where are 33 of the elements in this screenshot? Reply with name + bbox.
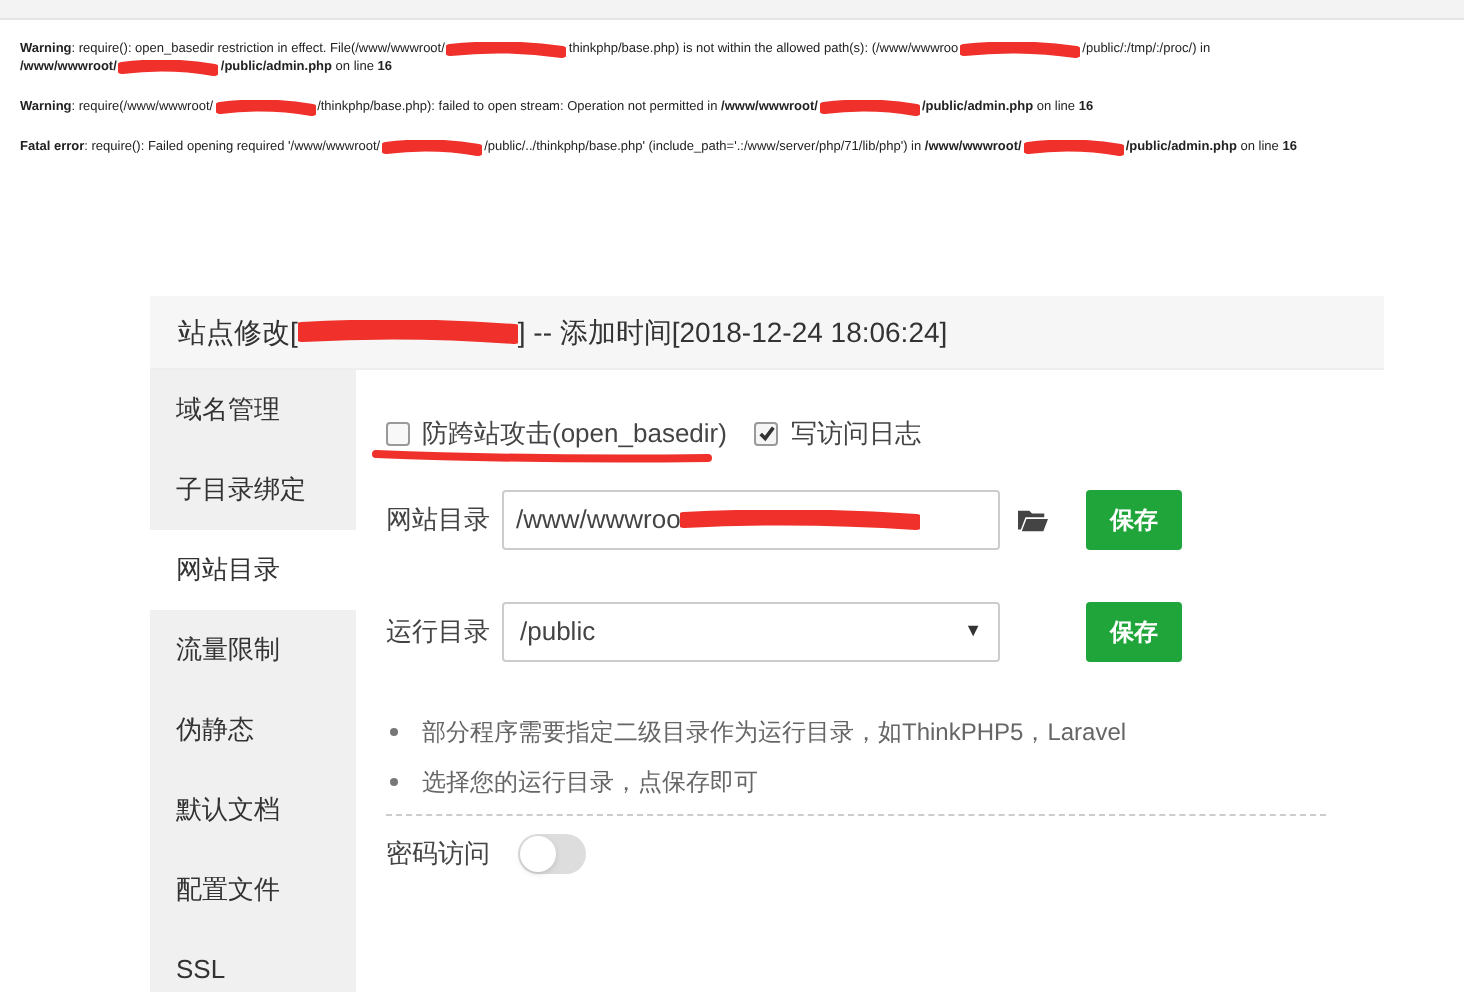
field-label: 密码访问 — [386, 835, 490, 872]
redaction-mark — [446, 41, 567, 57]
toggle-switch[interactable] — [518, 833, 586, 873]
sidebar-item[interactable]: 配置文件 — [150, 850, 356, 930]
sidebar-item[interactable]: 伪静态 — [150, 690, 356, 770]
redaction-mark — [1023, 139, 1124, 155]
bullet-icon — [390, 727, 398, 735]
redaction-mark — [382, 139, 483, 155]
sidebar-item[interactable]: 默认文档 — [150, 770, 356, 850]
checkmark-icon — [757, 424, 776, 443]
run-directory-select[interactable]: /public ▼ — [502, 601, 1000, 661]
folder-icon[interactable] — [1018, 507, 1048, 531]
dialog-title: ] -- 添加时间[2018-12-24 18:06:24] — [517, 313, 948, 352]
redaction-mark — [960, 41, 1081, 57]
redaction-mark — [819, 99, 920, 115]
checkbox[interactable] — [754, 421, 779, 446]
path-input-field[interactable]: /www/wwwroo — [502, 489, 1000, 549]
checkbox-label: 防跨站攻击(open_basedir) — [422, 416, 727, 452]
checkbox[interactable] — [386, 421, 410, 446]
redaction-mark — [118, 59, 219, 75]
note-text: 部分程序需要指定二级目录作为运行目录，如ThinkPHP5，Laravel — [422, 715, 1127, 749]
sidebar-item[interactable]: 流量限制 — [150, 610, 356, 690]
sidebar-item[interactable]: SSL — [150, 930, 356, 992]
field-label: 运行目录 — [386, 613, 492, 650]
note-text: 选择您的运行目录，点保存即可 — [422, 765, 758, 799]
redaction-mark — [215, 99, 316, 115]
field-label: 网站目录 — [386, 501, 492, 538]
sidebar-item[interactable]: 域名管理 — [150, 370, 356, 450]
sidebar-item[interactable]: 子目录绑定 — [150, 450, 356, 530]
checkbox-label: 写访问日志 — [790, 416, 921, 452]
dialog-title: 站点修改[ — [178, 313, 298, 352]
bullet-icon — [390, 777, 398, 785]
sidebar-item[interactable]: 网站目录 — [150, 530, 356, 610]
